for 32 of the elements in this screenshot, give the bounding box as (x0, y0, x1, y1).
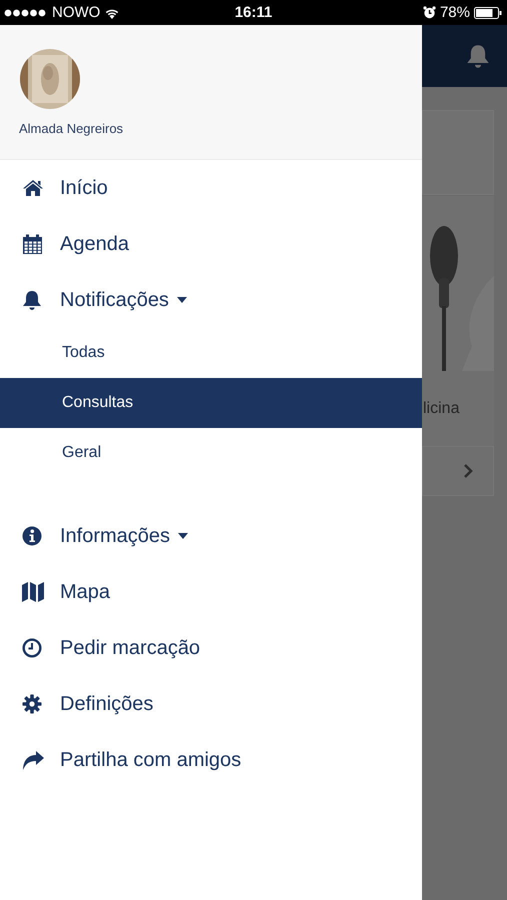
carrier-name: NOWO (52, 4, 100, 21)
alarm-icon (422, 6, 436, 19)
battery-percent: 78% (440, 4, 470, 21)
menu-item[interactable]: Partilha com amigos (0, 732, 422, 788)
share-arrow-icon (22, 750, 44, 770)
card-title: licina (423, 400, 460, 418)
caret-icon (176, 297, 187, 303)
submenu-item[interactable]: Consultas (0, 378, 422, 428)
clock-icon (22, 638, 42, 658)
user-name: Almada Negreiros (19, 121, 124, 136)
menu-item[interactable]: Agenda (0, 216, 422, 272)
bell-icon (22, 290, 42, 310)
wifi-icon (104, 6, 120, 18)
menu-item[interactable]: Definições (0, 676, 422, 732)
map-icon (22, 582, 44, 602)
submenu-item[interactable]: Todas (0, 328, 422, 378)
menu-item[interactable]: Início (0, 160, 422, 216)
calendar-icon (22, 234, 43, 254)
menu-item[interactable]: Mapa (0, 564, 422, 620)
submenu-item[interactable]: Geral (0, 428, 422, 478)
caret-icon (178, 533, 188, 539)
menu-item[interactable]: Informações (0, 508, 422, 564)
bell-icon (466, 44, 490, 68)
home-icon (22, 179, 44, 197)
clock-time: 16:11 (234, 4, 272, 21)
signal-icon (4, 8, 48, 16)
info-icon (22, 526, 42, 546)
battery-icon (474, 6, 502, 18)
menu-item[interactable]: Notificações (0, 272, 422, 328)
gear-icon (22, 694, 42, 714)
chevron-right-icon (463, 464, 473, 478)
menu-item[interactable]: Pedir marcação (0, 620, 422, 676)
